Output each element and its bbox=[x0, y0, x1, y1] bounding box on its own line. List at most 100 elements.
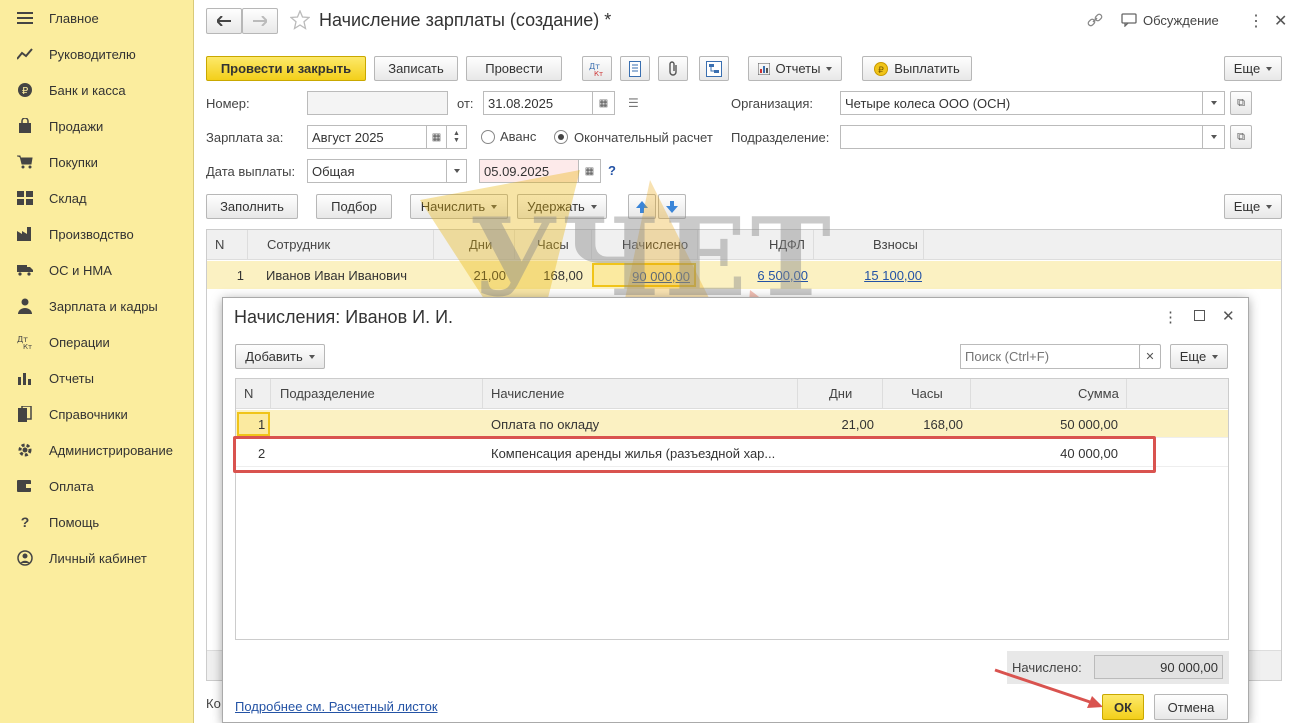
pay-button[interactable]: ₽ Выплатить bbox=[862, 56, 972, 81]
col-sum[interactable]: Сумма bbox=[1078, 379, 1119, 409]
col-n[interactable]: N bbox=[244, 379, 253, 409]
history-icon[interactable]: ☰ bbox=[628, 96, 639, 110]
sidebar-item-admin[interactable]: Администрирование bbox=[0, 432, 194, 468]
ok-button[interactable]: ОК bbox=[1102, 694, 1144, 720]
question-icon: ? bbox=[20, 514, 30, 530]
back-button[interactable] bbox=[206, 8, 242, 34]
col-hours[interactable]: Часы bbox=[911, 379, 943, 409]
forward-button[interactable] bbox=[242, 8, 278, 34]
dt-kt-button[interactable]: Дт Кт bbox=[582, 56, 612, 81]
dialog-close-icon[interactable]: ✕ bbox=[1222, 307, 1235, 325]
sidebar-item-help[interactable]: ? Помощь bbox=[0, 504, 194, 540]
sidebar-item-main[interactable]: Главное bbox=[0, 0, 194, 36]
calendar-button[interactable]: ▦ bbox=[593, 91, 615, 115]
table-row[interactable]: 2 Компенсация аренды жилья (разъездной х… bbox=[236, 439, 1228, 467]
select-button[interactable]: Подбор bbox=[316, 194, 392, 219]
col-days[interactable]: Дни bbox=[469, 230, 492, 260]
final-radio[interactable] bbox=[554, 130, 568, 144]
sidebar-item-account[interactable]: Личный кабинет bbox=[0, 540, 194, 576]
close-icon[interactable]: ✕ bbox=[1274, 11, 1287, 31]
post-button[interactable]: Провести bbox=[466, 56, 562, 81]
sidebar-item-operations[interactable]: Дт Кт Операции bbox=[0, 324, 194, 360]
cell-ndfl[interactable]: 6 500,00 bbox=[757, 268, 808, 283]
sidebar-item-label: ОС и НМА bbox=[49, 262, 112, 278]
col-ndfl[interactable]: НДФЛ bbox=[769, 230, 805, 260]
discussion-icon bbox=[1121, 13, 1137, 30]
post-and-close-button[interactable]: Провести и закрыть bbox=[206, 56, 366, 81]
period-calendar-button[interactable]: ▦ bbox=[427, 125, 447, 149]
advance-radio[interactable] bbox=[481, 130, 495, 144]
col-hours[interactable]: Часы bbox=[537, 230, 569, 260]
division-dropdown-button[interactable] bbox=[1203, 125, 1225, 149]
favorite-star-icon[interactable] bbox=[289, 9, 311, 33]
date-field[interactable]: 31.08.2025 bbox=[483, 91, 593, 115]
number-field[interactable] bbox=[307, 91, 448, 115]
col-division[interactable]: Подразделение bbox=[280, 379, 375, 409]
add-dropdown-button[interactable]: Добавить bbox=[235, 344, 325, 369]
period-stepper[interactable]: ▲ ▼ bbox=[447, 125, 467, 149]
table-row[interactable]: 1 Оплата по окладу 21,00 168,00 50 000,0… bbox=[236, 410, 1228, 438]
table-row[interactable]: 1 Иванов Иван Иванович 21,00 168,00 90 0… bbox=[207, 261, 1281, 289]
paydate-calendar-button[interactable]: ▦ bbox=[579, 159, 601, 183]
trend-icon bbox=[17, 46, 33, 62]
more-button[interactable]: Еще bbox=[1224, 56, 1282, 81]
move-up-button[interactable] bbox=[628, 194, 656, 219]
col-accrued[interactable]: Начислено bbox=[622, 230, 688, 260]
sidebar-item-salary[interactable]: Зарплата и кадры bbox=[0, 288, 194, 324]
org-open-button[interactable]: ⧉ bbox=[1230, 91, 1252, 115]
paydate-type-dropdown[interactable] bbox=[447, 159, 467, 183]
col-n[interactable]: N bbox=[215, 230, 224, 260]
paydate-field[interactable]: 05.09.2025 bbox=[479, 159, 579, 183]
dialog-more-icon[interactable]: ⋮ bbox=[1163, 308, 1178, 326]
col-contrib[interactable]: Взносы bbox=[873, 230, 918, 260]
accrue-dropdown-button[interactable]: Начислить bbox=[410, 194, 508, 219]
move-down-button[interactable] bbox=[658, 194, 686, 219]
col-employee[interactable]: Сотрудник bbox=[267, 230, 330, 260]
table-more-button[interactable]: Еще bbox=[1224, 194, 1282, 219]
payslip-link[interactable]: Подробнее см. Расчетный листок bbox=[235, 699, 438, 714]
sidebar-item-reports[interactable]: Отчеты bbox=[0, 360, 194, 396]
svg-text:Кт: Кт bbox=[594, 70, 603, 77]
division-field[interactable] bbox=[840, 125, 1203, 149]
sidebar-item-catalogs[interactable]: Справочники bbox=[0, 396, 194, 432]
sidebar-item-sales[interactable]: Продажи bbox=[0, 108, 194, 144]
structure-icon bbox=[706, 60, 722, 77]
salary-period-field[interactable]: Август 2025 bbox=[307, 125, 427, 149]
cancel-button[interactable]: Отмена bbox=[1154, 694, 1228, 720]
dialog-title: Начисления: Иванов И. И. bbox=[234, 307, 454, 327]
more-menu-icon[interactable]: ⋮ bbox=[1248, 11, 1264, 31]
search-input[interactable] bbox=[960, 344, 1140, 369]
dialog-more-button[interactable]: Еще bbox=[1170, 344, 1228, 369]
paydate-type-field[interactable]: Общая bbox=[307, 159, 447, 183]
cell-accrued-box[interactable]: 90 000,00 bbox=[592, 263, 696, 287]
sidebar-item-purchases[interactable]: Покупки bbox=[0, 144, 194, 180]
sidebar-item-warehouse[interactable]: Склад bbox=[0, 180, 194, 216]
division-open-button[interactable]: ⧉ bbox=[1230, 125, 1252, 149]
cell-accrued[interactable]: 90 000,00 bbox=[632, 269, 690, 284]
cell-contrib[interactable]: 15 100,00 bbox=[864, 268, 922, 283]
help-icon[interactable]: ? bbox=[608, 163, 616, 178]
col-days[interactable]: Дни bbox=[829, 379, 852, 409]
fill-button[interactable]: Заполнить bbox=[206, 194, 298, 219]
col-accrual[interactable]: Начисление bbox=[491, 379, 564, 409]
sidebar-item-assets[interactable]: ОС и НМА bbox=[0, 252, 194, 288]
reports-dropdown-button[interactable]: Отчеты bbox=[748, 56, 842, 81]
org-dropdown-button[interactable] bbox=[1203, 91, 1225, 115]
sidebar-item-manager[interactable]: Руководителю bbox=[0, 36, 194, 72]
final-label: Окончательный расчет bbox=[574, 130, 713, 145]
maximize-icon[interactable] bbox=[1194, 310, 1205, 321]
sidebar-item-payment[interactable]: Оплата bbox=[0, 468, 194, 504]
structure-button[interactable] bbox=[699, 56, 729, 81]
search-clear-button[interactable]: ✕ bbox=[1139, 344, 1161, 369]
calendar-icon: ▦ bbox=[584, 165, 595, 177]
save-button[interactable]: Записать bbox=[374, 56, 458, 81]
document-list-button[interactable] bbox=[620, 56, 650, 81]
sidebar-item-bank[interactable]: ₽ Банк и касса bbox=[0, 72, 194, 108]
attach-button[interactable] bbox=[658, 56, 688, 81]
link-icon[interactable] bbox=[1087, 12, 1103, 31]
sidebar-item-production[interactable]: Производство bbox=[0, 216, 194, 252]
total-value: 90 000,00 bbox=[1094, 655, 1223, 679]
discussion-link[interactable]: Обсуждение bbox=[1143, 13, 1219, 28]
org-field[interactable]: Четыре колеса ООО (ОСН) bbox=[840, 91, 1203, 115]
withhold-dropdown-button[interactable]: Удержать bbox=[517, 194, 607, 219]
